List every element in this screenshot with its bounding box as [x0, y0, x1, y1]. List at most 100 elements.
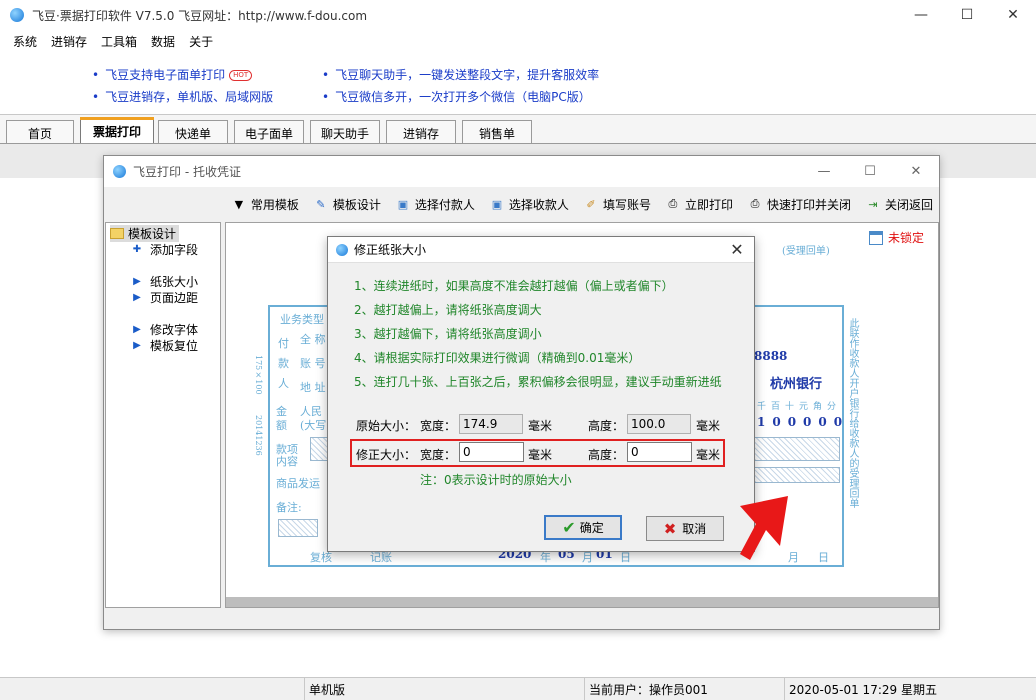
status-datetime: 2020-05-01 17:29 星期五 [784, 678, 1036, 700]
tab-express[interactable]: 快递单 [158, 120, 228, 145]
main-tabbar: 首页 票据打印 快递单 电子面单 聊天助手 进销存 销售单 [0, 114, 1036, 145]
preview-bottom-bar [226, 597, 938, 607]
triangle-right-icon: ▶ [133, 324, 141, 335]
tree-item-font[interactable]: ▶ 修改字体 [132, 321, 198, 338]
print-now-button[interactable]: ⎙ 立即打印 [665, 196, 733, 213]
menu-about[interactable]: 关于 [182, 33, 220, 50]
label-payer-a: 付 [278, 337, 289, 350]
label-payer-b: 款 [278, 357, 289, 370]
lock-toggle[interactable]: 未锁定 [868, 229, 924, 246]
label-payer-c: 人 [278, 377, 289, 390]
close-button[interactable]: ✕ [893, 156, 939, 186]
tip-line-3: 3、越打越偏下，请将纸张高度调小 [354, 327, 542, 341]
receipt-window-title: 飞豆打印 - 托收凭证 [133, 165, 241, 179]
unit-thousand: 千 [757, 402, 767, 412]
correct-paper-size-dialog: 修正纸张大小 ✕ 1、连续进纸时，如果高度不准会越打越偏（偏上或者偏下） 2、越… [327, 236, 755, 552]
unit-jiao: 角 [813, 402, 823, 412]
original-height-label: 高度： [588, 419, 625, 433]
dropdown-arrow-icon: ▼ [234, 197, 244, 211]
label-remark: 备注: [276, 501, 302, 514]
original-width-field: 174.9 [459, 414, 523, 434]
dialog-close-button[interactable]: ✕ [728, 240, 746, 259]
label-full-name: 全 称 [300, 333, 326, 346]
triangle-right-icon: ▶ [133, 276, 141, 287]
label-goods: 商品发运 [276, 477, 320, 490]
tree-root-template-design[interactable]: 模板设计 [110, 225, 180, 242]
hatched-cell [754, 437, 840, 461]
tab-inventory[interactable]: 进销存 [386, 120, 456, 145]
tab-receipt-print[interactable]: 票据打印 [80, 117, 154, 145]
promo-link-eorder[interactable]: • 飞豆支持电子面单打印 HOT [92, 66, 253, 83]
corrected-height-input[interactable]: 0 [627, 442, 692, 462]
common-template-button[interactable]: ▼ 常用模板 [231, 196, 299, 213]
tree-item-add-field[interactable]: ✚ 添加字段 [132, 241, 198, 258]
corrected-height-label: 高度： [588, 448, 625, 462]
label-rmb-capital: (大写 [300, 419, 327, 432]
maximize-button[interactable]: ☐ [847, 156, 893, 186]
contact-card-icon: ▣ [491, 197, 503, 211]
exit-icon: ⇥ [868, 197, 878, 211]
tab-sales[interactable]: 销售单 [462, 120, 532, 145]
template-tree: 模板设计 ✚ 添加字段 ▶ 纸张大小 ▶ 页面边距 ▶ 修改字体 ▶ 模板复位 [105, 222, 221, 608]
minimize-button[interactable]: — [801, 156, 847, 186]
select-payee-button[interactable]: ▣ 选择收款人 [489, 196, 569, 213]
promo-area: • 飞豆支持电子面单打印 HOT • 飞豆进销存，单机版、局域网版 • 飞豆聊天助手，一… [0, 62, 1036, 112]
tip-line-1: 1、连续进纸时，如果高度不准会越打越偏（偏上或者偏下） [354, 279, 674, 293]
quick-print-close-button[interactable]: ⎙ 快速打印并关闭 [747, 196, 851, 213]
tree-item-paper-size[interactable]: ▶ 纸张大小 [132, 273, 198, 290]
select-payer-button[interactable]: ▣ 选择付款人 [395, 196, 475, 213]
app-titlebar: 飞豆·票据打印软件 V7.5.0 飞豆网址：http://www.f-dou.c… [0, 0, 1036, 30]
original-width-label: 宽度： [420, 419, 457, 433]
tab-home[interactable]: 首页 [6, 120, 74, 145]
window-controls: — ☐ ✕ [898, 0, 1036, 30]
hot-badge: HOT [229, 70, 253, 81]
close-button[interactable]: ✕ [990, 0, 1036, 30]
maximize-button[interactable]: ☐ [944, 0, 990, 30]
unit-yuan: 元 [799, 402, 809, 412]
side-size-label: 175×100 [254, 355, 263, 395]
ok-button[interactable]: ✔ 确定 [544, 515, 622, 540]
app-title: 飞豆·票据打印软件 V7.5.0 飞豆网址：http://www.f-dou.c… [32, 8, 368, 23]
template-design-button[interactable]: ✎ 模板设计 [313, 196, 381, 213]
hatched-cell [754, 467, 840, 483]
menu-system[interactable]: 系统 [6, 33, 44, 50]
status-edition: 单机版 [304, 678, 584, 700]
tree-item-reset[interactable]: ▶ 模板复位 [132, 337, 198, 354]
menu-toolbox[interactable]: 工具箱 [94, 33, 144, 50]
app-logo-icon [113, 165, 126, 178]
corrected-width-label: 宽度： [420, 448, 457, 462]
minimize-button[interactable]: — [898, 0, 944, 30]
promo-link-chat[interactable]: • 飞豆聊天助手，一键发送整段文字，提升客服效率 [322, 66, 599, 83]
promo-link-inventory[interactable]: • 飞豆进销存，单机版、局域网版 [92, 88, 273, 105]
folder-icon [110, 228, 124, 239]
receipt-window-controls: — ☐ ✕ [801, 156, 939, 186]
label-day2: 日 [818, 551, 829, 564]
tip-line-5: 5、连打几十张、上百张之后，累积偏移会很明显，建议手动重新进纸 [354, 375, 722, 389]
menubar: 系统 进销存 工具箱 数据 关于 [0, 30, 1036, 52]
tab-chat-helper[interactable]: 聊天助手 [310, 120, 380, 145]
bullet-icon: • [92, 68, 100, 82]
tip-line-4: 4、请根据实际打印效果进行微调（精确到0.01毫米） [354, 351, 641, 365]
close-return-button[interactable]: ⇥ 关闭返回 [865, 196, 933, 213]
menu-inventory[interactable]: 进销存 [44, 33, 94, 50]
pen-icon: ✐ [586, 197, 596, 211]
promo-link-wechat[interactable]: • 飞豆微信多开，一次打开多个微信（电脑PC版） [322, 88, 591, 105]
tab-eorder[interactable]: 电子面单 [234, 120, 304, 145]
tree-item-page-margin[interactable]: ▶ 页面边距 [132, 289, 198, 306]
receipt-window-titlebar: 飞豆打印 - 托收凭证 — ☐ ✕ [104, 156, 939, 187]
cancel-button[interactable]: ✖ 取消 [646, 516, 724, 541]
contact-card-icon: ▣ [397, 197, 409, 211]
calendar-lock-icon [868, 230, 883, 245]
menu-data[interactable]: 数据 [144, 33, 182, 50]
amount-digits-value: 100000 [757, 415, 850, 429]
tip-line-2: 2、越打越偏上，请将纸张高度调大 [354, 303, 542, 317]
bullet-icon: • [322, 68, 330, 82]
corrected-width-input[interactable]: 0 [459, 442, 524, 462]
corrected-size-label: 修正大小： [356, 448, 417, 462]
fill-account-button[interactable]: ✐ 填写账号 [583, 196, 651, 213]
side-code-label: 20141236 [254, 415, 263, 456]
dialog-note: 注：0表示设计时的原始大小 [420, 473, 572, 487]
app-logo-icon [10, 8, 24, 22]
original-height-field: 100.0 [627, 414, 691, 434]
unit-fen: 分 [827, 402, 837, 412]
